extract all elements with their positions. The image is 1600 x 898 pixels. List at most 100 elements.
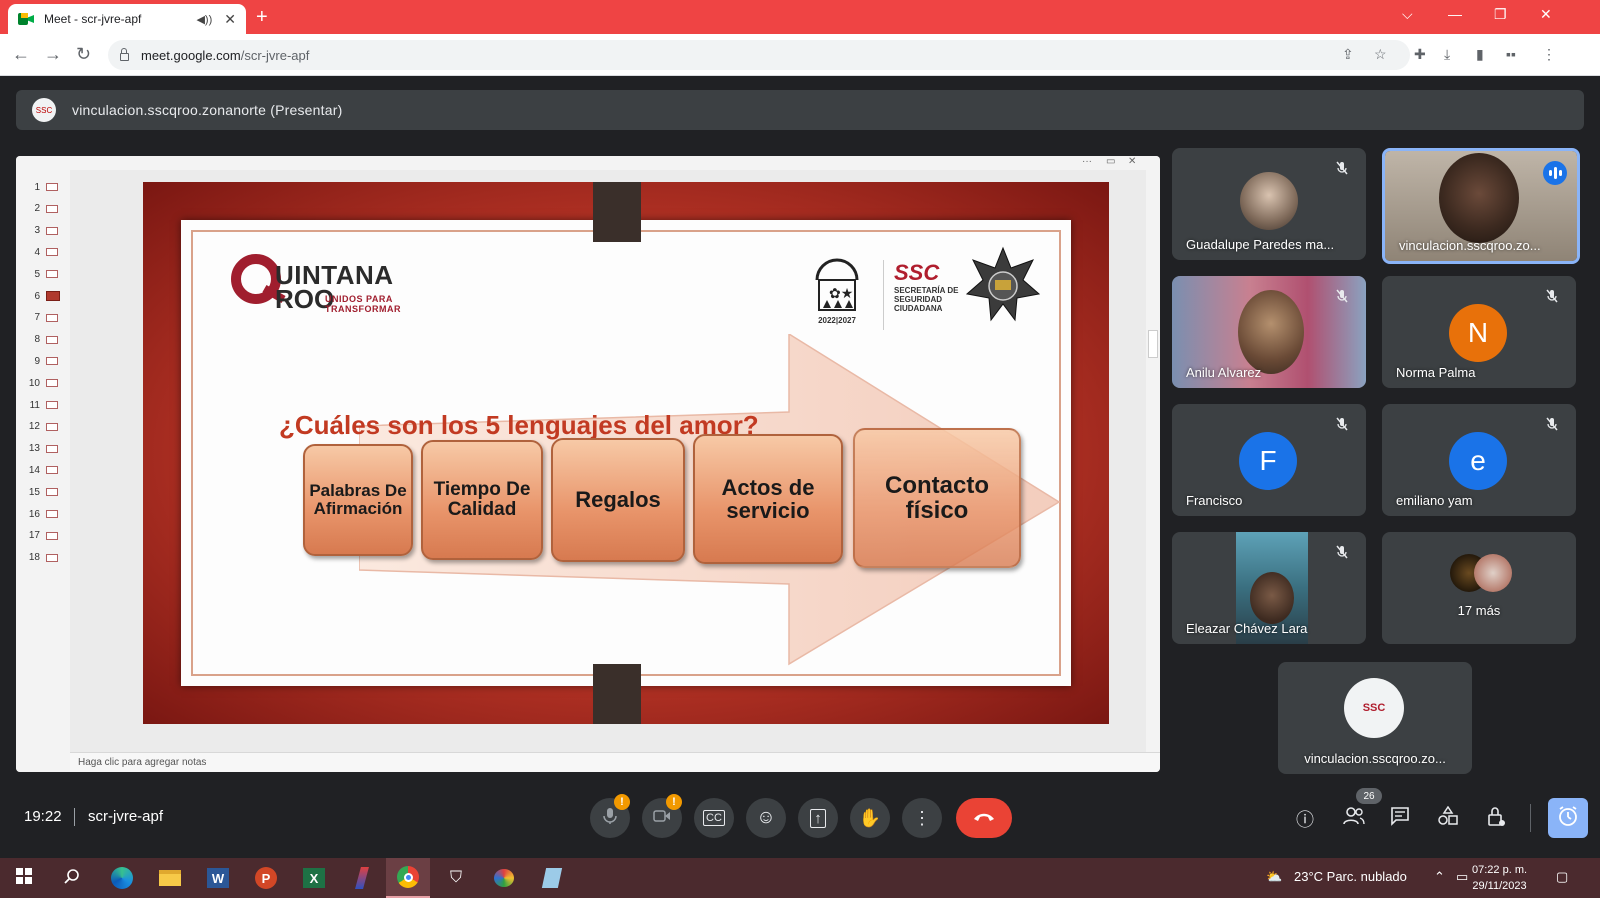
tab-search-icon[interactable]: ⌵ [1402,6,1413,23]
captions-button[interactable]: CC [694,798,734,838]
taskbar-app-notes[interactable] [530,858,574,898]
taskbar-app-other[interactable] [340,858,384,898]
self-view-tile[interactable]: SSC vinculacion.sscqroo.zo... [1278,662,1472,774]
participant-tile[interactable]: Guadalupe Paredes ma... [1172,148,1366,260]
system-clock[interactable]: 07:22 p. m. 29/11/2023 [1472,862,1527,894]
more-participants-tile[interactable]: 17 más [1382,532,1576,644]
tab-close-icon[interactable]: ✕ [224,11,236,28]
taskbar-app-security[interactable]: ⛉ [434,858,478,898]
host-controls-icon[interactable] [1486,806,1506,833]
clock-time: 07:22 p. m. [1472,864,1528,876]
chat-icon[interactable] [1390,806,1410,831]
end-call-icon [973,809,995,827]
svg-text:✿★: ✿★ [829,286,853,302]
download-icon[interactable]: ⤓ [1444,46,1450,63]
slide-thumbnail-icon [46,401,58,409]
participant-tile[interactable]: e emiliano yam [1382,404,1576,516]
slide-thumbnail[interactable]: 7 [22,309,66,327]
star-icon[interactable]: ☆ [1374,46,1387,63]
participant-tile[interactable]: Anilu Alvarez [1172,276,1366,388]
close-icon: ✕ [1128,156,1137,167]
slide-thumbnail[interactable]: 11 [22,396,66,414]
slide-thumbnail-icon [46,248,58,257]
notes-icon [541,868,563,888]
weather-text[interactable]: 23°C Parc. nublado [1294,869,1407,884]
menu-icon[interactable]: ⋮ [1542,46,1556,63]
slide-thumbnail[interactable]: 17 [22,527,66,545]
activities-icon[interactable] [1438,805,1458,831]
scrollbar[interactable] [1146,170,1160,752]
participant-tile[interactable]: N Norma Palma [1382,276,1576,388]
meet-favicon-icon [18,12,34,26]
share-icon[interactable]: ⇪ [1342,46,1354,63]
slide-thumbnail[interactable]: 15 [22,483,66,501]
slide-thumbnail-icon [46,357,58,366]
participant-tile[interactable]: F Francisco [1172,404,1366,516]
end-call-button[interactable] [956,798,1012,838]
presenter-label: vinculacion.sscqroo.zonanorte (Presentar… [72,102,343,118]
shared-screen[interactable]: ··· ▭ ✕ 1 2 3 4 5 6 7 8 9 10 11 12 13 14 15 16 17 18 UINT… [16,156,1160,772]
address-bar[interactable]: meet.google.com /scr-jvre-apf ⇪ ☆ [108,40,1410,70]
taskbar-app-chrome[interactable] [386,858,430,898]
slide-thumbnail[interactable]: 9 [22,352,66,370]
close-window-icon[interactable]: ✕ [1540,6,1552,23]
start-button[interactable] [2,858,46,898]
people-icon[interactable] [1342,806,1366,831]
slide-thumbnail[interactable]: 2 [22,200,66,218]
taskbar-app-edge[interactable] [100,858,144,898]
participant-tile[interactable]: vinculacion.sscqroo.zo... [1382,148,1580,264]
slide-thumbnail[interactable]: 14 [22,461,66,479]
tab-audio-icon[interactable]: ◀)) [196,13,212,26]
avatar: F [1239,432,1297,490]
minimize-icon[interactable]: — [1448,6,1462,22]
participant-tile[interactable]: Eleazar Chávez Lara [1172,532,1366,644]
taskbar-app-explorer[interactable] [148,858,192,898]
participant-face [1250,572,1294,624]
scrollbar-thumb[interactable] [1148,330,1158,358]
slide-thumbnail[interactable]: 4 [22,243,66,261]
lock-icon[interactable] [120,47,129,61]
slide-thumbnail[interactable]: 6 [22,287,66,305]
activity-timer-button[interactable] [1548,798,1588,838]
slide-thumbnail[interactable]: 1 [22,178,66,196]
slide-thumbnail[interactable]: 18 [22,549,66,567]
extensions-icon[interactable]: ✚ [1414,46,1426,63]
weather-icon[interactable]: ⛅ [1266,869,1282,885]
slide-thumbnail[interactable]: 16 [22,505,66,523]
speaker-notes: Haga clic para agregar notas [70,752,1160,772]
raise-hand-button[interactable]: ✋ [850,798,890,838]
slide-thumbnail[interactable]: 12 [22,418,66,436]
emoji-button[interactable]: ☺ [746,798,786,838]
taskbar-app-paint[interactable] [482,858,526,898]
info-icon[interactable]: ⓘ [1296,806,1314,832]
taskbar-search[interactable] [50,858,94,898]
slide-thumbnail[interactable]: 3 [22,222,66,240]
profile-icon[interactable]: ▪▪ [1506,46,1516,62]
forward-icon[interactable]: → [44,44,62,65]
slide-thumbnail[interactable]: 8 [22,331,66,349]
network-icon[interactable]: ▭ [1456,869,1468,885]
shield-icon: ⛉ [449,869,462,886]
speaking-indicator-icon [1543,161,1567,185]
restore-icon[interactable]: ❐ [1494,6,1507,23]
slide-thumbnail-panel: 1 2 3 4 5 6 7 8 9 10 11 12 13 14 15 16 17 18 [16,170,70,772]
slide-thumbnail[interactable]: 10 [22,374,66,392]
notification-icon[interactable]: ▢ [1556,869,1568,885]
sidepanel-icon[interactable]: ▮ [1476,46,1484,63]
taskbar-app-powerpoint[interactable]: P [244,858,288,898]
app-icon [355,867,369,889]
slide-number: 2 [34,203,40,215]
meeting-code: scr-jvre-apf [88,808,164,825]
slide-thumbnail[interactable]: 5 [22,265,66,283]
chevron-up-icon[interactable]: ⌃ [1434,869,1445,885]
browser-tab[interactable]: Meet - scr-jvre-apf ◀)) ✕ [8,4,246,34]
taskbar-app-word[interactable]: W [196,858,240,898]
slide-thumbnail[interactable]: 13 [22,440,66,458]
more-options-button[interactable]: ⋮ [902,798,942,838]
reload-icon[interactable]: ↻ [76,44,91,65]
taskbar-app-excel[interactable]: X [292,858,336,898]
present-button[interactable]: ↑ [798,798,838,838]
new-tab-icon[interactable]: + [256,6,268,29]
back-icon[interactable]: ← [12,44,30,65]
logo-tagline: UNIDOS PARA TRANSFORMAR [325,294,401,314]
